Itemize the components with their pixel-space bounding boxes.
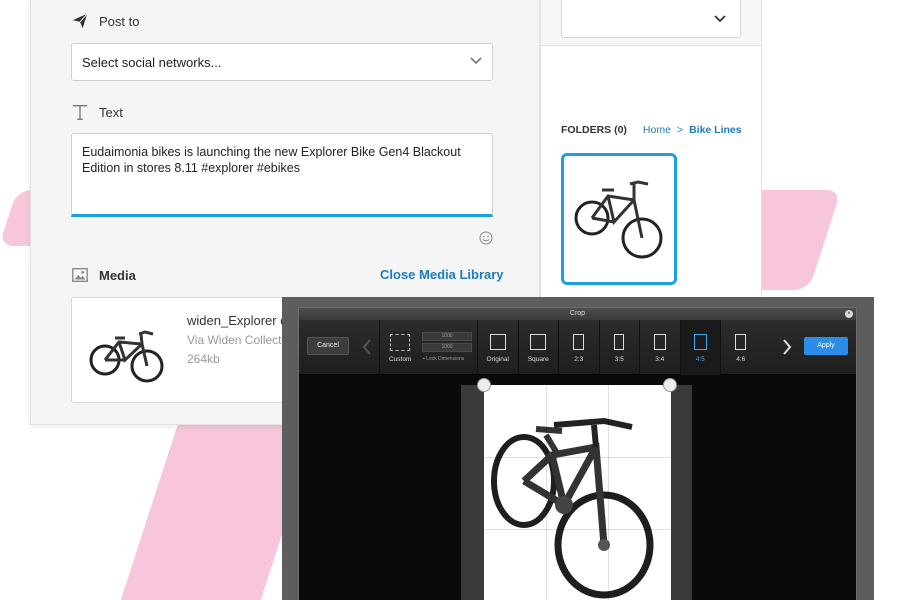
ratio-option-label: 3:5 <box>614 356 624 363</box>
library-asset-selected[interactable] <box>561 153 677 285</box>
bike-thumbnail <box>574 180 663 259</box>
media-section: Media <box>71 266 136 284</box>
ratio-option[interactable]: 4:5 <box>679 320 720 375</box>
crop-handle[interactable] <box>477 378 491 392</box>
crop-image-area <box>484 385 671 600</box>
crop-gridline <box>608 385 609 600</box>
crop-title: Crop <box>569 310 586 317</box>
aspect-ratio-strip: Custom 1000 1000 ▪ Lock Dimensions Origi… <box>379 320 761 375</box>
bike-thumbnail <box>89 330 164 383</box>
media-library-panel: FOLDERS (0) Home > Bike Lines <box>540 0 762 300</box>
ratio-option-label: 2:3 <box>574 356 584 363</box>
ratio-shape-icon <box>573 334 585 350</box>
text-label: Text <box>99 104 123 120</box>
breadcrumb-separator: > <box>676 124 684 136</box>
ratio-option[interactable]: Original <box>477 320 518 375</box>
ratio-shape-icon <box>489 334 506 350</box>
folders-count: FOLDERS (0) <box>561 124 627 136</box>
ratio-shape-icon <box>614 334 625 350</box>
emoji-icon[interactable] <box>479 231 493 245</box>
crop-handle[interactable] <box>663 378 677 392</box>
breadcrumb-current: Bike Lines <box>689 124 742 136</box>
library-select[interactable] <box>561 0 741 38</box>
crop-canvas[interactable] <box>299 375 856 600</box>
crop-gridline <box>484 457 671 458</box>
lock-dimensions-label: Lock Dimensions <box>426 356 465 362</box>
media-label: Media <box>99 267 136 283</box>
post-to-section: Post to <box>71 12 139 30</box>
ratio-option-label: Square <box>527 356 549 363</box>
ratio-shape-icon <box>735 334 747 350</box>
apply-button[interactable]: Apply <box>804 337 848 355</box>
custom-width-input[interactable]: 1000 <box>422 332 472 341</box>
post-text-field[interactable]: Eudaimonia bikes is launching the new Ex… <box>71 133 493 217</box>
ratio-option-label: 3:4 <box>655 356 665 363</box>
bike-photo <box>491 417 654 599</box>
ratio-shape-icon <box>530 334 547 350</box>
breadcrumb-home-link[interactable]: Home <box>643 124 671 136</box>
close-media-library-link[interactable]: Close Media Library <box>380 267 504 282</box>
close-icon[interactable]: × <box>845 310 853 318</box>
crop-dialog: Crop × Cancel Custom 1000 1000 ▪ Lock Di… <box>298 307 857 600</box>
post-to-label: Post to <box>99 13 140 29</box>
social-networks-select[interactable]: Select social networks... <box>71 43 493 81</box>
ratio-option[interactable]: 2:3 <box>558 320 599 375</box>
breadcrumb: FOLDERS (0) Home > Bike Lines <box>561 124 742 136</box>
ratio-shape-icon <box>653 334 666 350</box>
ratio-option-label: Original <box>486 356 509 363</box>
image-icon <box>72 268 88 282</box>
media-filename: widen_Explorer d <box>187 313 288 328</box>
text-t-icon <box>72 105 88 120</box>
ratio-option[interactable]: 3:5 <box>598 320 640 375</box>
post-text-value: Eudaimonia bikes is launching the new Ex… <box>82 145 461 175</box>
ratio-option-label: 4:5 <box>695 356 705 363</box>
ratio-shape-icon <box>693 334 707 350</box>
ratio-option[interactable]: 3:4 <box>639 320 680 375</box>
media-filesize: 264kb <box>187 352 220 366</box>
crop-gridline <box>546 385 547 600</box>
ratio-custom[interactable]: Custom 1000 1000 ▪ Lock Dimensions <box>379 320 477 375</box>
ratio-option[interactable]: Square <box>517 320 559 375</box>
chevron-down-icon <box>470 57 482 65</box>
crop-title-bar: Crop × <box>299 308 856 320</box>
ratio-option-label: 4:6 <box>736 356 746 363</box>
social-networks-select-value: Select social networks... <box>82 55 222 70</box>
library-header <box>541 0 761 46</box>
custom-crop-icon <box>390 334 410 351</box>
lock-dimensions-checkbox[interactable]: ▪ Lock Dimensions <box>423 356 464 362</box>
ratio-custom-label: Custom <box>389 356 412 363</box>
crop-toolbar: Cancel Custom 1000 1000 ▪ Lock Dimension… <box>299 320 856 375</box>
cancel-button[interactable]: Cancel <box>307 337 349 355</box>
chevron-down-icon <box>714 15 726 23</box>
paper-plane-icon <box>72 13 88 29</box>
crop-gridline <box>484 529 671 530</box>
custom-height-input[interactable]: 1000 <box>422 343 472 352</box>
chevron-left-icon[interactable] <box>360 337 374 357</box>
ratio-option[interactable]: 4:6 <box>720 320 761 375</box>
text-section: Text <box>71 103 123 121</box>
chevron-right-icon[interactable] <box>780 337 794 357</box>
media-source: Via Widen Collect <box>187 333 282 347</box>
